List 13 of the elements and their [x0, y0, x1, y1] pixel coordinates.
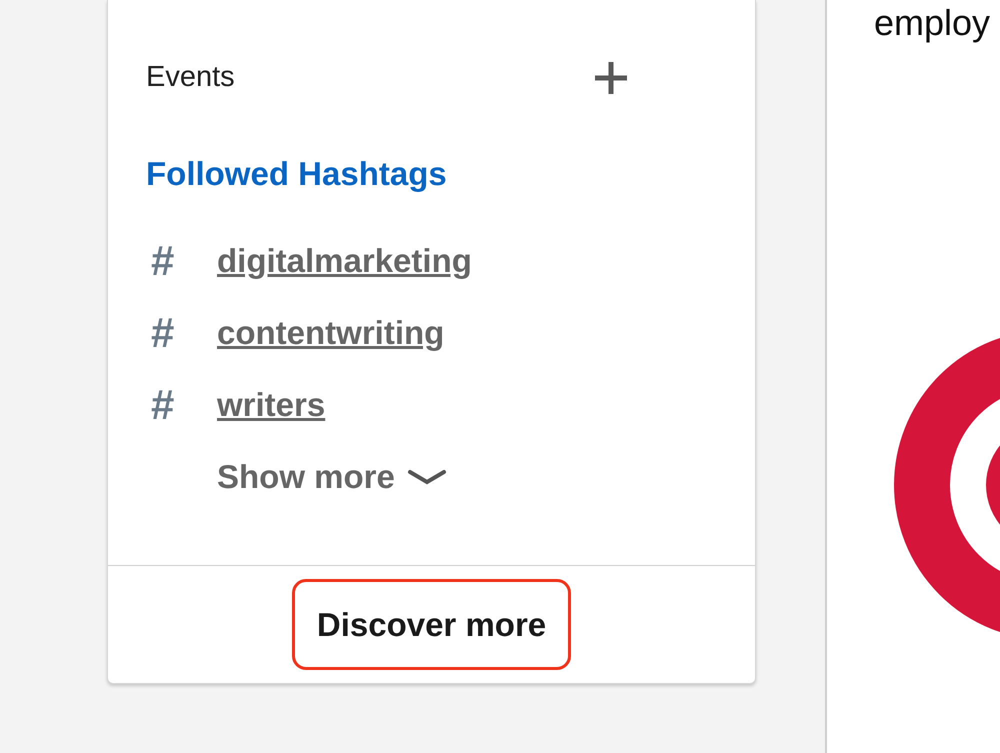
- show-more-button[interactable]: Show more: [217, 441, 447, 513]
- hashtag-icon: #: [146, 384, 217, 426]
- hashtag-link[interactable]: digitalmarketing: [217, 236, 472, 286]
- hashtag-link[interactable]: contentwriting: [217, 308, 444, 358]
- post-text: employ: [874, 1, 992, 45]
- hashtag-icon: #: [146, 240, 217, 282]
- chevron-down-icon: [406, 469, 447, 485]
- section-heading[interactable]: Followed Hashtags: [146, 150, 755, 198]
- add-icon[interactable]: [593, 60, 629, 96]
- hashtag-link[interactable]: writers: [217, 380, 326, 430]
- hashtag-icon: #: [146, 312, 217, 354]
- events-label: Events: [146, 60, 235, 96]
- discover-more-button[interactable]: Discover more: [316, 588, 546, 662]
